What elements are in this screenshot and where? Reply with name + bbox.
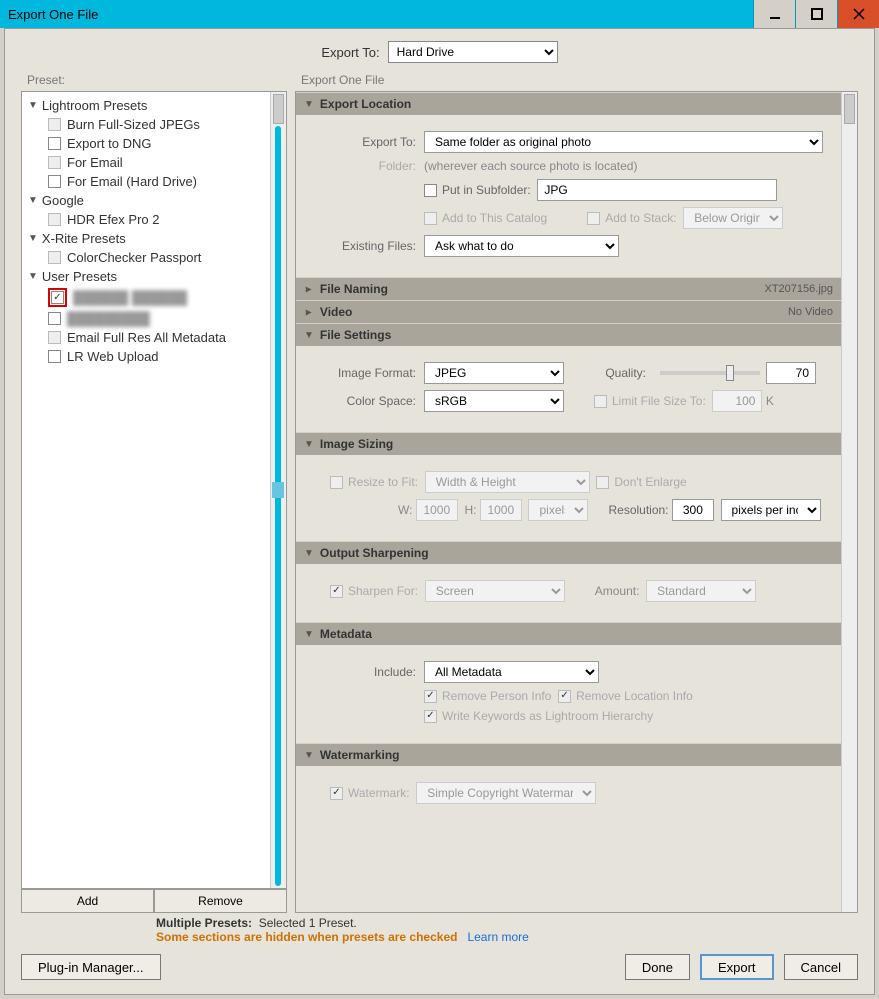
chevron-down-icon: ▼ xyxy=(304,750,314,761)
tree-group-xrite[interactable]: ▼X-Rite Presets xyxy=(22,229,270,248)
chevron-down-icon: ▼ xyxy=(304,548,314,559)
tree-item[interactable]: For Email xyxy=(22,153,270,172)
preset-tree[interactable]: ▼Lightroom Presets Burn Full-Sized JPEGs… xyxy=(21,91,287,889)
sharpen-for-select[interactable]: Screen xyxy=(425,580,565,602)
scrollbar[interactable] xyxy=(841,92,857,912)
window-title: Export One File xyxy=(8,7,98,22)
checkbox[interactable] xyxy=(594,395,607,408)
checkbox[interactable] xyxy=(48,156,61,169)
learn-more-link[interactable]: Learn more xyxy=(467,930,528,944)
watermark-select[interactable]: Simple Copyright Watermark xyxy=(416,782,596,804)
checkbox[interactable] xyxy=(587,212,600,225)
chevron-down-icon: ▼ xyxy=(28,233,38,244)
tree-item[interactable]: LR Web Upload xyxy=(22,347,270,366)
resize-fit-select[interactable]: Width & Height xyxy=(425,471,590,493)
sharpen-amount-select[interactable]: Standard xyxy=(646,580,756,602)
section-sharpening[interactable]: ▼Output Sharpening xyxy=(296,541,841,564)
checkbox[interactable] xyxy=(424,710,437,723)
tree-item[interactable]: For Email (Hard Drive) xyxy=(22,172,270,191)
chevron-down-icon: ▼ xyxy=(28,271,38,282)
done-button[interactable]: Done xyxy=(625,954,690,980)
tree-item[interactable]: Export to DNG xyxy=(22,134,270,153)
footer-message: Multiple Presets: Selected 1 Preset. Som… xyxy=(156,916,858,944)
chevron-right-icon: ▼ xyxy=(303,284,314,294)
checkbox[interactable] xyxy=(48,213,61,226)
chevron-right-icon: ▼ xyxy=(303,307,314,317)
limit-size-input[interactable] xyxy=(712,390,762,412)
section-metadata[interactable]: ▼Metadata xyxy=(296,622,841,645)
chevron-down-icon: ▼ xyxy=(28,100,38,111)
checkbox[interactable] xyxy=(48,251,61,264)
section-file-settings[interactable]: ▼File Settings xyxy=(296,323,841,346)
right-panel-label: Export One File xyxy=(301,73,852,87)
export-to-folder-select[interactable]: Same folder as original photo xyxy=(424,131,823,153)
checkbox[interactable] xyxy=(330,787,343,800)
checkbox[interactable] xyxy=(330,476,343,489)
image-format-select[interactable]: JPEG xyxy=(424,362,564,384)
checkbox[interactable] xyxy=(48,175,61,188)
quality-input[interactable] xyxy=(766,362,816,384)
section-video[interactable]: ▼VideoNo Video xyxy=(296,300,841,323)
checkbox[interactable] xyxy=(51,291,64,304)
export-to-label: Export To: xyxy=(321,45,379,60)
checkbox[interactable] xyxy=(48,137,61,150)
cancel-button[interactable]: Cancel xyxy=(784,954,858,980)
chevron-down-icon: ▼ xyxy=(28,195,38,206)
titlebar: Export One File xyxy=(0,0,879,28)
export-dialog: Export One File Export To: Hard Drive Pr… xyxy=(0,0,879,999)
metadata-include-select[interactable]: All Metadata xyxy=(424,661,599,683)
checkbox[interactable] xyxy=(48,118,61,131)
checkbox[interactable] xyxy=(48,350,61,363)
section-export-location[interactable]: ▼Export Location xyxy=(296,92,841,115)
tree-group-lightroom[interactable]: ▼Lightroom Presets xyxy=(22,96,270,115)
scrollbar[interactable] xyxy=(270,92,286,888)
minimize-button[interactable] xyxy=(753,0,795,28)
section-image-sizing[interactable]: ▼Image Sizing xyxy=(296,432,841,455)
checkbox[interactable] xyxy=(596,476,609,489)
tree-group-google[interactable]: ▼Google xyxy=(22,191,270,210)
res-unit-select[interactable]: pixels per inch xyxy=(721,499,821,521)
stack-pos-select[interactable]: Below Original xyxy=(683,207,783,229)
tree-item[interactable]: █████████ xyxy=(22,309,270,328)
export-to-select[interactable]: Hard Drive xyxy=(388,41,558,63)
checkbox[interactable] xyxy=(424,212,437,225)
section-watermarking[interactable]: ▼Watermarking xyxy=(296,743,841,766)
checkbox[interactable] xyxy=(424,690,437,703)
quality-slider[interactable] xyxy=(660,371,760,375)
checkbox[interactable] xyxy=(558,690,571,703)
size-unit-select[interactable]: pixels xyxy=(528,499,588,521)
checkbox[interactable] xyxy=(330,585,343,598)
maximize-button[interactable] xyxy=(795,0,837,28)
width-input[interactable] xyxy=(416,499,458,521)
export-button[interactable]: Export xyxy=(700,954,774,980)
plugin-manager-button[interactable]: Plug-in Manager... xyxy=(21,954,161,980)
chevron-down-icon: ▼ xyxy=(304,99,314,110)
tree-item[interactable]: ColorChecker Passport xyxy=(22,248,270,267)
chevron-down-icon: ▼ xyxy=(304,629,314,640)
tree-item[interactable]: Burn Full-Sized JPEGs xyxy=(22,115,270,134)
existing-files-select[interactable]: Ask what to do xyxy=(424,235,619,257)
checkbox[interactable] xyxy=(48,312,61,325)
chevron-down-icon: ▼ xyxy=(304,439,314,450)
resolution-input[interactable] xyxy=(672,499,714,521)
tree-group-user[interactable]: ▼User Presets xyxy=(22,267,270,286)
chevron-down-icon: ▼ xyxy=(304,330,314,341)
section-file-naming[interactable]: ▼File NamingXT207156.jpg xyxy=(296,277,841,300)
highlight-box xyxy=(48,288,67,307)
checkbox[interactable] xyxy=(48,331,61,344)
checkbox[interactable] xyxy=(424,184,437,197)
color-space-select[interactable]: sRGB xyxy=(424,390,564,412)
tree-item[interactable]: Email Full Res All Metadata xyxy=(22,328,270,347)
close-button[interactable] xyxy=(837,0,879,28)
height-input[interactable] xyxy=(480,499,522,521)
tree-item[interactable]: HDR Efex Pro 2 xyxy=(22,210,270,229)
tree-item-checked[interactable]: ██████ ██████ xyxy=(22,286,270,309)
subfolder-input[interactable] xyxy=(537,179,777,201)
preset-panel-label: Preset: xyxy=(27,73,301,87)
